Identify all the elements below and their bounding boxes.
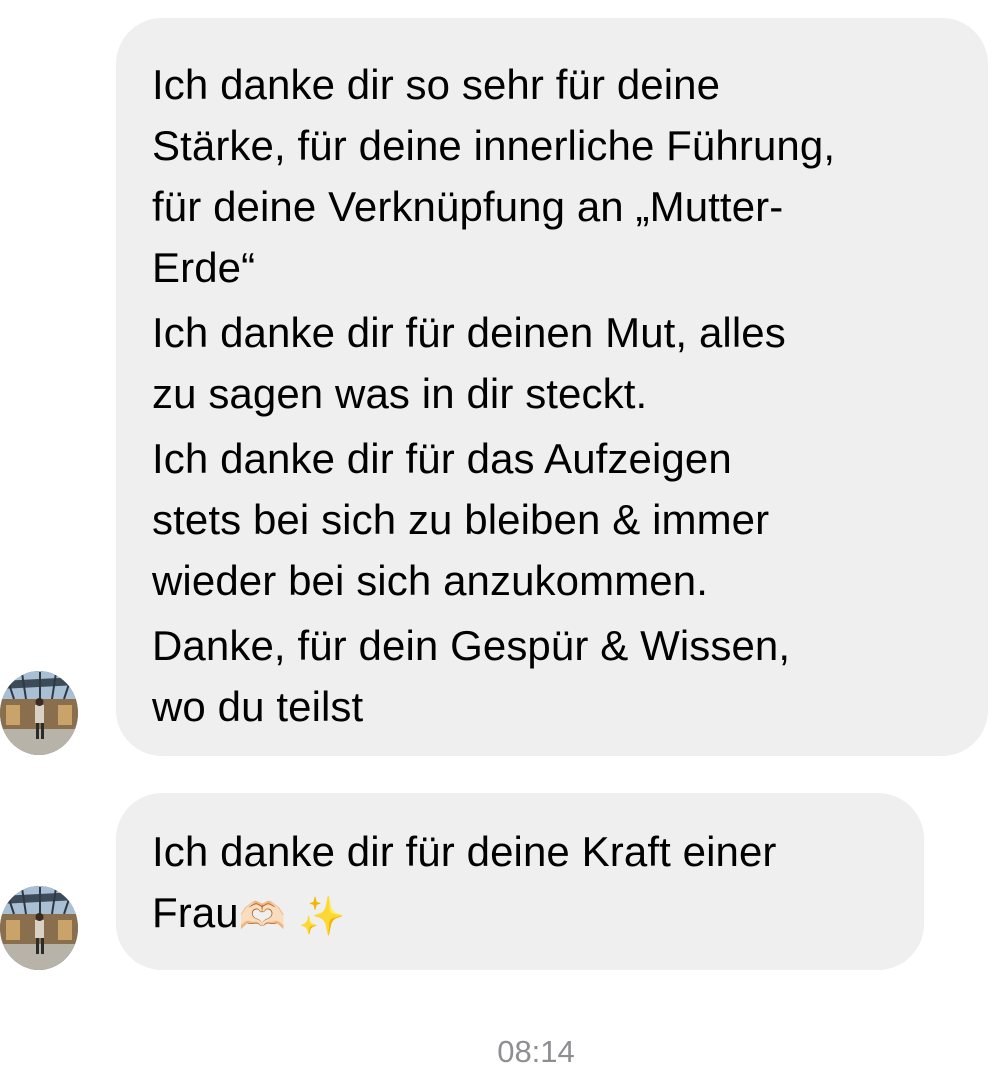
message-paragraph: Ich danke dir für deine Kraft einer Frau… [152, 821, 894, 943]
message-line: Erde“ [152, 244, 256, 291]
message-line: stets bei sich zu bleiben & immer [152, 496, 770, 543]
message-line: für deine Verknüpfung an „Mutter- [152, 183, 784, 230]
sender-avatar[interactable] [0, 671, 78, 755]
heart-hands-emoji-icon: 🫶🏻 [238, 893, 287, 938]
sparkles-emoji-icon: ✨ [297, 893, 346, 938]
message-line: Ich danke dir für das Aufzeigen [152, 435, 732, 482]
message-line: Danke, für dein Gespür & Wissen, [152, 622, 791, 669]
message-timestamp: 08:14 [497, 1034, 575, 1069]
message-line: Ich danke dir für deine Kraft einer [152, 828, 777, 875]
message-line: zu sagen was in dir steckt. [152, 370, 648, 417]
message-paragraph: Ich danke dir für das Aufzeigen stets be… [152, 428, 958, 611]
message-line: Stärke, für deine innerliche Führung, [152, 122, 836, 169]
profile-photo-icon [0, 671, 78, 755]
message-bubble[interactable]: Ich danke dir so sehr für deine Stärke, … [116, 18, 988, 756]
message-bubble[interactable]: Ich danke dir für deine Kraft einer Frau… [116, 793, 924, 970]
message-paragraph: Ich danke dir so sehr für deine Stärke, … [152, 54, 958, 298]
message-line: Ich danke dir für deinen Mut, alles [152, 309, 786, 356]
message-line: wo du teilst [152, 683, 364, 730]
message-text: Frau [152, 889, 239, 936]
message-line: Frau🫶🏻 ✨ [152, 882, 894, 943]
message-line: wieder bei sich anzukommen. [152, 557, 708, 604]
sender-avatar[interactable] [0, 886, 78, 970]
message-paragraph: Ich danke dir für deinen Mut, alles zu s… [152, 302, 958, 424]
message-line: Ich danke dir so sehr für deine [152, 61, 721, 108]
profile-photo-icon [0, 886, 78, 970]
message-paragraph: Danke, für dein Gespür & Wissen, wo du t… [152, 615, 958, 737]
